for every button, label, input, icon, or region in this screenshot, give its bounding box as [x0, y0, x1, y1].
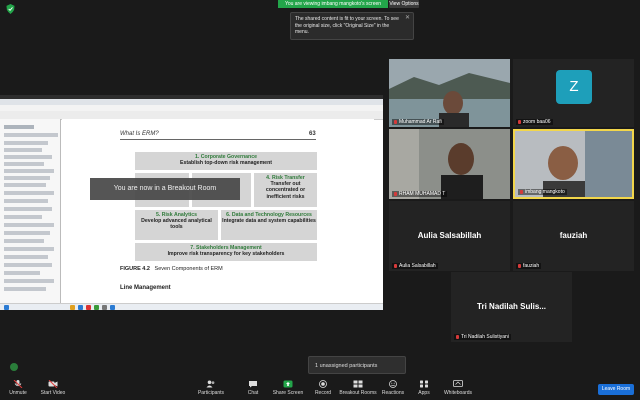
- muted-mic-icon: [394, 191, 397, 196]
- participant-name: Aulia Salsabillah: [392, 263, 438, 269]
- page-number: 63: [309, 131, 316, 137]
- video-tile-zoom[interactable]: Z zoom baa06: [513, 59, 634, 127]
- whiteboards-label: Whiteboards: [443, 390, 473, 396]
- muted-mic-icon: [394, 263, 397, 268]
- start-video-button[interactable]: Start Video: [38, 378, 68, 400]
- fit-screen-tooltip: The shared content is fit to your screen…: [290, 12, 414, 40]
- breakout-room-notice: You are now in a Breakout Room: [90, 178, 240, 200]
- muted-mic-icon: [518, 119, 521, 124]
- chat-icon: [249, 381, 257, 388]
- participant-name: imbang mangkoto: [518, 189, 567, 195]
- erm-box-7: 7. Stakeholders Management Improve risk …: [135, 243, 317, 261]
- screen-share-banner: You are viewing imbang mangkoto's screen: [278, 0, 388, 8]
- participant-name: Tri Nadilah Sulistiyani: [454, 334, 511, 340]
- participant-name: zoom baa06: [516, 119, 553, 125]
- close-icon[interactable]: ✕: [405, 15, 410, 22]
- unmute-label: Unmute: [9, 390, 27, 396]
- box-desc: Establish top-down risk management: [180, 160, 272, 167]
- participants-icon: [206, 380, 215, 388]
- video-tile-aulia[interactable]: Aulia Salsabillah Aulia Salsabillah: [389, 201, 510, 271]
- shared-taskbar: [0, 303, 383, 310]
- apps-button[interactable]: Apps: [414, 378, 434, 400]
- box-desc: Develop advanced analytical tools: [141, 218, 212, 231]
- erm-box-1: 1. Corporate Governance Establish top-do…: [135, 152, 317, 170]
- video-feed: [389, 59, 510, 127]
- reactions-label: Reactions: [381, 390, 405, 396]
- avatar: Z: [556, 70, 592, 104]
- participant-name: RHAM MUHAMAD T: [392, 191, 448, 197]
- record-button[interactable]: Record: [312, 378, 334, 400]
- reactions-icon: [389, 380, 397, 388]
- box-desc: Integrate data and system capabilities: [222, 218, 316, 225]
- muted-mic-icon: [13, 380, 23, 388]
- video-tile-imbang[interactable]: imbang mangkoto: [513, 129, 634, 199]
- erm-box-6: 6. Data and Technology Resources Integra…: [221, 210, 317, 240]
- meeting-toolbar: Unmute Start Video Participants Chat Sha…: [0, 378, 640, 400]
- video-feed: [389, 129, 510, 199]
- participants-button[interactable]: Participants: [196, 378, 226, 400]
- whiteboard-icon: [453, 380, 463, 387]
- security-shield-icon[interactable]: [6, 4, 15, 14]
- pdf-bookmarks-panel: [0, 119, 61, 303]
- participant-name: fauziah: [516, 263, 542, 269]
- view-options-button[interactable]: View Options: [389, 0, 419, 8]
- unassigned-participants-notice[interactable]: 1 unassigned participants: [308, 356, 406, 374]
- muted-mic-icon: [456, 334, 459, 339]
- participant-big-name: fauziah: [559, 231, 588, 240]
- share-screen-icon: [283, 380, 293, 388]
- connection-icon[interactable]: [10, 363, 18, 371]
- video-tile-fauziah[interactable]: fauziah fauziah: [513, 201, 634, 271]
- participant-name: Muhammad Ar Rafi: [392, 119, 444, 125]
- page-header: What Is ERM?: [120, 131, 159, 137]
- chat-button[interactable]: Chat: [243, 378, 263, 400]
- breakout-rooms-button[interactable]: Breakout Rooms: [339, 378, 377, 400]
- share-screen-button[interactable]: Share Screen: [272, 378, 304, 400]
- start-video-label: Start Video: [40, 390, 66, 396]
- participants-label: Participants: [197, 390, 225, 396]
- erm-box-4: 4. Risk Transfer Transfer out concentrat…: [254, 173, 317, 207]
- muted-mic-icon: [394, 119, 397, 124]
- chat-label: Chat: [247, 390, 259, 396]
- muted-mic-icon: [520, 189, 523, 194]
- box-desc: Improve risk transparency for key stakeh…: [167, 251, 285, 258]
- figure-label: FIGURE 4.2: [120, 266, 150, 272]
- box-desc: Transfer out concentrated or inefficient…: [265, 181, 306, 200]
- video-tile-tri[interactable]: Tri Nadilah Sulis... Tri Nadilah Sulisti…: [451, 272, 572, 342]
- figure-caption-text: Seven Components of ERM: [154, 266, 223, 272]
- section-heading: Line Management: [120, 285, 171, 291]
- record-label: Record: [314, 390, 332, 396]
- video-tile-rham[interactable]: RHAM MUHAMAD T: [389, 129, 510, 199]
- leave-room-button[interactable]: Leave Room: [598, 384, 634, 395]
- share-screen-label: Share Screen: [272, 390, 304, 396]
- apps-label: Apps: [418, 390, 430, 396]
- reactions-button[interactable]: Reactions: [381, 378, 405, 400]
- header-rule: [120, 139, 316, 140]
- video-tile-muhammad[interactable]: Muhammad Ar Rafi: [389, 59, 510, 127]
- record-icon: [319, 380, 327, 388]
- breakout-rooms-icon: [353, 380, 363, 388]
- unmute-button[interactable]: Unmute: [4, 378, 32, 400]
- figure-caption: FIGURE 4.2 Seven Components of ERM: [120, 266, 223, 272]
- participant-big-name: Aulia Salsabillah: [417, 231, 482, 240]
- participant-big-name: Tri Nadilah Sulis...: [477, 302, 546, 311]
- apps-icon: [420, 380, 428, 388]
- tooltip-text: The shared content is fit to your screen…: [295, 16, 399, 35]
- pdf-page: [62, 119, 374, 303]
- erm-box-5: 5. Risk Analytics Develop advanced analy…: [135, 210, 218, 240]
- video-off-icon: [48, 380, 58, 388]
- breakout-rooms-label: Breakout Rooms: [339, 390, 377, 396]
- whiteboards-button[interactable]: Whiteboards: [441, 378, 475, 400]
- muted-mic-icon: [518, 263, 521, 268]
